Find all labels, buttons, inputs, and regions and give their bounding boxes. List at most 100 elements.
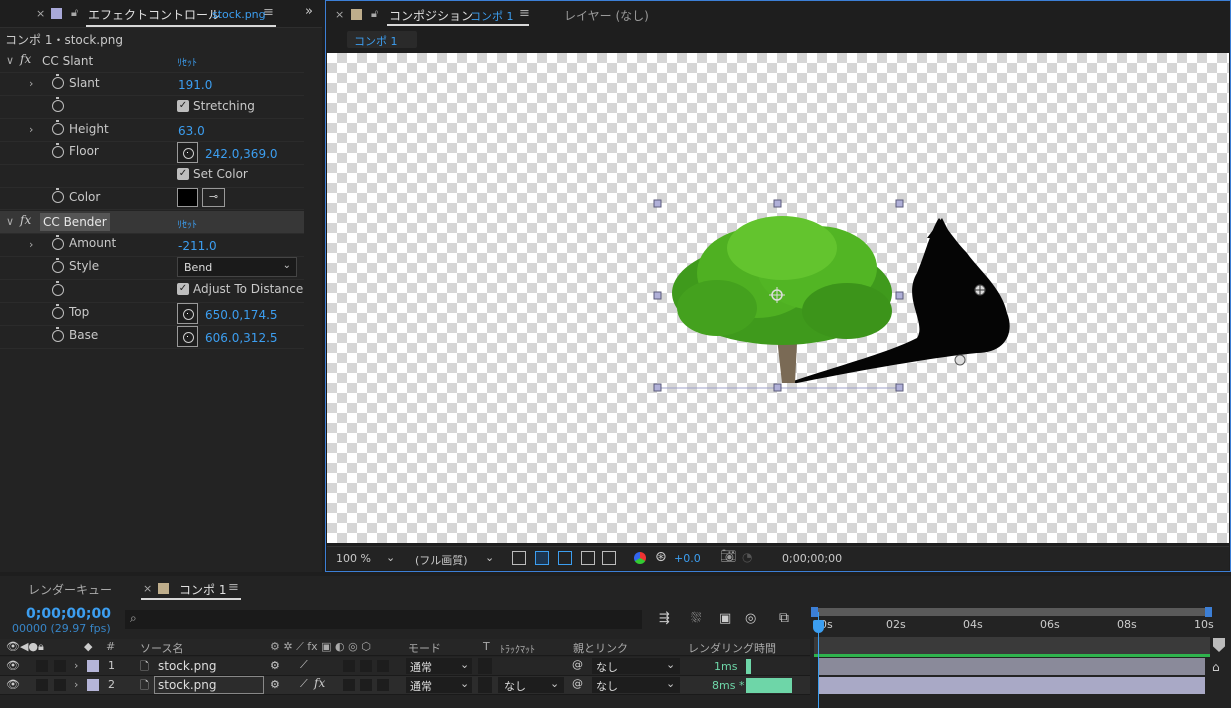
stopwatch-icon[interactable]	[52, 143, 64, 158]
switch-box[interactable]	[360, 679, 372, 691]
parent-dropdown[interactable]: なし ⌄	[592, 658, 680, 674]
close-icon[interactable]: ×	[143, 582, 152, 595]
chevron-right-icon[interactable]: ›	[29, 123, 33, 136]
prop-value[interactable]: 63.0	[178, 124, 205, 138]
layer-bar[interactable]	[819, 658, 1205, 675]
header-source-name[interactable]: ソース名	[140, 640, 183, 656]
stopwatch-icon[interactable]	[52, 74, 64, 89]
layer-bar-selected[interactable]	[819, 677, 1205, 694]
close-icon[interactable]: ×	[335, 8, 344, 21]
header-t[interactable]: T	[483, 640, 490, 653]
checkbox-icon[interactable]: ✓	[177, 100, 189, 112]
panel-menu-icon[interactable]: ≡	[263, 5, 274, 20]
layer-name[interactable]: stock.png	[158, 678, 217, 692]
header-trackmatte[interactable]: ﾄﾗｯｸﾏｯﾄ	[500, 641, 535, 656]
effect-header-cc-bender[interactable]: ∨ fx CC Bender ﾘｾｯﾄ	[0, 211, 304, 234]
close-icon[interactable]: ×	[36, 7, 45, 20]
stopwatch-icon[interactable]	[52, 281, 64, 296]
header-mode[interactable]: モード	[408, 640, 441, 656]
layer-row[interactable]: 👁︎ › 1 🗋︎ stock.png ⚙ ⟋ 通常 ⌄ @ なし ⌄ 1ms	[0, 657, 810, 676]
comp-mini-flowchart-icon[interactable]: ⇶	[659, 611, 670, 626]
tab-layer[interactable]: レイヤー (なし)	[564, 7, 649, 24]
eye-icon[interactable]: 👁︎	[6, 659, 20, 672]
exposure-icon[interactable]: ⊛	[655, 549, 667, 565]
pickwhip-icon[interactable]: @	[572, 677, 583, 690]
panel-menu-icon[interactable]: ≡	[519, 6, 530, 21]
preserve-transparency-box[interactable]	[478, 677, 492, 693]
quality-switch-icon[interactable]: ⟋	[300, 658, 308, 672]
time-ruler[interactable]: 0s 02s 04s 06s 08s 10s	[814, 618, 1214, 636]
timeline-timecode[interactable]: 0;00;00;00	[26, 606, 111, 622]
style-dropdown[interactable]: Bend ⌄	[177, 257, 297, 277]
switch-box[interactable]	[343, 660, 355, 672]
composition-viewer[interactable]	[327, 53, 1229, 543]
fx-icon[interactable]: fx	[314, 676, 325, 690]
exposure-value[interactable]: +0.0	[674, 552, 701, 565]
prop-value[interactable]: 650.0,174.5	[205, 308, 278, 322]
stopwatch-icon[interactable]	[52, 120, 64, 135]
stopwatch-icon[interactable]	[52, 188, 64, 203]
motion-blur-icon[interactable]: ◎	[745, 611, 756, 626]
zoom-dropdown[interactable]: 100 % ⌄	[331, 550, 397, 568]
stopwatch-icon[interactable]	[52, 327, 64, 342]
prop-value[interactable]: 242.0,369.0	[205, 147, 278, 161]
grid-guides-icon[interactable]	[602, 551, 616, 565]
show-snapshot-icon[interactable]: ◔	[742, 550, 752, 564]
tab-composition[interactable]: コンポジション	[389, 7, 473, 24]
fast-preview-icon[interactable]	[512, 551, 526, 565]
av-switches-icon[interactable]: 👁︎◀︎●🔒︎	[6, 640, 44, 654]
switch-box[interactable]	[360, 660, 372, 672]
solo-switch[interactable]	[36, 660, 48, 672]
stopwatch-icon[interactable]	[52, 235, 64, 250]
shy-switch-icon[interactable]: ⚙	[270, 678, 280, 691]
point-target-icon[interactable]	[177, 326, 198, 347]
stopwatch-icon[interactable]	[52, 304, 64, 319]
lock-icon[interactable]: 🔓︎	[71, 6, 78, 20]
layer-end-handle-icon[interactable]: ⌂	[1212, 660, 1220, 674]
switch-box[interactable]	[377, 660, 389, 672]
frame-blending-icon[interactable]: ▣	[719, 611, 731, 626]
tab-effect-controls[interactable]: エフェクトコントロール	[88, 6, 220, 23]
camera-icon[interactable]: 📷︎	[720, 549, 737, 564]
prop-value[interactable]: 606.0,312.5	[205, 331, 278, 345]
eye-icon[interactable]: 👁︎	[6, 678, 20, 691]
layer-label-color[interactable]	[87, 679, 99, 691]
layer-search-input[interactable]: ⌕	[125, 610, 642, 629]
pickwhip-icon[interactable]: @	[572, 658, 583, 671]
transparency-grid-icon[interactable]	[535, 551, 549, 565]
stopwatch-icon[interactable]	[52, 258, 64, 273]
mode-dropdown[interactable]: 通常 ⌄	[406, 677, 472, 693]
header-render-time[interactable]: レンダリング時間	[688, 640, 776, 656]
preserve-transparency-box[interactable]	[478, 658, 492, 674]
work-area-bar[interactable]	[814, 608, 1210, 616]
chevron-right-icon[interactable]: ›	[74, 659, 78, 672]
effect-header-cc-slant[interactable]: ∨ fx CC Slant ﾘｾｯﾄ	[0, 50, 304, 73]
playhead-handle[interactable]	[813, 620, 824, 633]
quality-dropdown[interactable]: (フル画質) ⌄	[410, 550, 498, 568]
lock-switch[interactable]	[54, 679, 66, 691]
fx-icon[interactable]: fx	[20, 213, 31, 227]
work-area-end-handle[interactable]	[1205, 607, 1212, 617]
point-target-icon[interactable]	[177, 303, 198, 324]
prop-value[interactable]: 191.0	[178, 78, 212, 92]
chevron-right-icon[interactable]: ›	[29, 77, 33, 90]
chevron-down-icon[interactable]: ∨	[6, 215, 14, 228]
prop-value[interactable]: -211.0	[178, 239, 217, 253]
label-tag-icon[interactable]: ◆	[84, 640, 92, 653]
switch-box[interactable]	[377, 679, 389, 691]
reset-link[interactable]: ﾘｾｯﾄ	[177, 216, 197, 231]
shy-layers-icon[interactable]: ⛆	[691, 611, 701, 626]
mode-dropdown[interactable]: 通常 ⌄	[406, 658, 472, 674]
panel-menu-icon[interactable]: ≡	[228, 580, 239, 595]
header-parent[interactable]: 親とリンク	[573, 640, 628, 656]
mask-visibility-icon[interactable]	[558, 551, 572, 565]
trackmatte-dropdown[interactable]: なし ⌄	[498, 677, 564, 693]
solo-switch[interactable]	[36, 679, 48, 691]
work-area-start-handle[interactable]	[811, 607, 818, 617]
double-chevron-icon[interactable]: »	[305, 4, 313, 19]
comp-breadcrumb[interactable]: コンポ 1	[347, 31, 417, 48]
parent-dropdown[interactable]: なし ⌄	[592, 677, 680, 693]
effect-point-base-icon[interactable]	[954, 354, 966, 366]
layer-label-color[interactable]	[87, 660, 99, 672]
header-num[interactable]: #	[106, 640, 115, 653]
